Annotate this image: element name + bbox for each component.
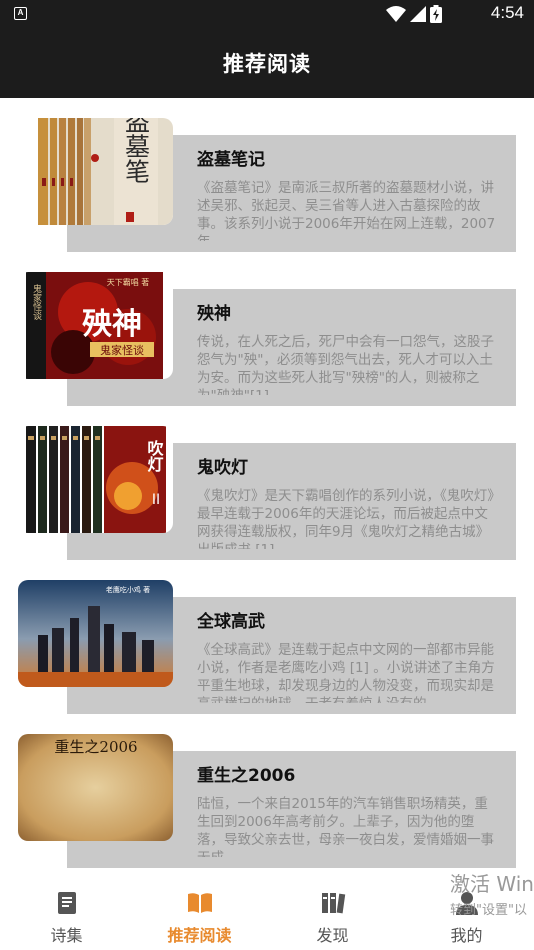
book-description: 《全球高武》是连载于起点中文网的一部都市异能小说，作者是老鹰吃小鸡 [1] 。小… — [197, 642, 495, 703]
clock-time: 4:54 — [490, 3, 524, 22]
tab-label: 推荐阅读 — [167, 926, 232, 945]
windows-activation-watermark: 激活 Win 转到"设置"以 — [450, 868, 534, 918]
system-icons — [386, 5, 442, 23]
battery-icon — [430, 5, 442, 23]
book-description: 《盗墓笔记》是南派三叔所著的盗墓题材小说，讲述吴邪、张起灵、吴三省等人进入古墓探… — [197, 180, 496, 241]
book-cover-image[interactable]: 重生之2006 — [18, 734, 173, 841]
book-item-yangshen[interactable]: 殃神 传说，在人死之后，死尸中会有一口怨气，这股子怨气为"殃"，必须等到怨气出去… — [0, 272, 534, 427]
open-book-icon — [187, 893, 212, 913]
book-item-quanqiugaowu[interactable]: 全球高武 《全球高武》是连载于起点中文网的一部都市异能小说，作者是老鹰吃小鸡 [… — [0, 580, 534, 735]
watermark-line-1: 激活 Win — [450, 872, 534, 896]
cover-subtitle-text: 鬼家怪谈 — [100, 343, 144, 357]
wifi-icon — [386, 6, 406, 22]
notification-app-icon: A — [14, 7, 27, 20]
book-cover-image[interactable]: 老鹰吃小鸡 著 — [18, 580, 173, 687]
cover-author-text: 天下霸唱 著 — [107, 277, 150, 287]
book-icon — [57, 892, 76, 914]
book-title: 全球高武 — [197, 612, 265, 632]
book-item-guichuideng[interactable]: 鬼吹灯 《鬼吹灯》是天下霸唱创作的系列小说，《鬼吹灯》最早连载于2006年的天涯… — [0, 426, 534, 581]
book-item-daomubiji[interactable]: 盗墓笔记 《盗墓笔记》是南派三叔所著的盗墓题材小说，讲述吴邪、张起灵、吴三省等人… — [0, 118, 534, 273]
cover-title-text: 盗墓笔 — [122, 118, 151, 184]
cover-volume-text: II — [152, 492, 160, 508]
status-bar: A 4:54 — [0, 0, 534, 28]
cover-title-text: 吹灯 — [145, 439, 164, 473]
cover-spine-text: 鬼家怪谈 — [31, 283, 42, 321]
book-cover-image[interactable]: 盗墓笔 — [18, 118, 173, 225]
cover-title-text: 重生之2006 — [54, 738, 137, 756]
book-list[interactable]: 盗墓笔记 《盗墓笔记》是南派三叔所著的盗墓题材小说，讲述吴邪、张起灵、吴三省等人… — [0, 98, 534, 868]
tab-label: 发现 — [316, 926, 349, 945]
bookshelf-icon — [321, 893, 345, 914]
book-title: 重生之2006 — [197, 766, 296, 786]
tab-label: 我的 — [450, 926, 483, 945]
book-description: 《鬼吹灯》是天下霸唱创作的系列小说，《鬼吹灯》最早连载于2006年的天涯论坛，而… — [197, 488, 494, 549]
cover-author-text: 老鹰吃小鸡 著 — [106, 585, 150, 594]
book-title: 盗墓笔记 — [197, 150, 265, 170]
tab-shiji[interactable]: 诗集 — [0, 868, 133, 950]
book-cover-image[interactable]: 吹灯 II — [18, 426, 173, 533]
app-bar: 推荐阅读 — [0, 28, 534, 98]
book-title: 鬼吹灯 — [197, 458, 248, 478]
book-cover-image[interactable]: 鬼家怪谈 天下霸唱 著 殃神 鬼家怪谈 — [18, 272, 173, 379]
book-description: 传说，在人死之后，死尸中会有一口怨气，这股子怨气为"殃"，必须等到怨气出去，死人… — [197, 334, 494, 395]
watermark-line-2: 转到"设置"以 — [450, 903, 527, 918]
signal-icon — [410, 6, 426, 22]
page-title: 推荐阅读 — [223, 52, 311, 76]
cover-title-text: 殃神 — [82, 307, 142, 342]
tab-faxian[interactable]: 发现 — [266, 868, 399, 950]
tab-tuijianyuedu[interactable]: 推荐阅读 — [133, 868, 266, 950]
tab-label: 诗集 — [50, 926, 83, 945]
book-description: 陆恒，一个来自2015年的汽车销售职场精英，重生回到2006年高考前夕。上辈子，… — [197, 796, 494, 857]
book-title: 殃神 — [197, 304, 231, 324]
book-item-chongsheng2006[interactable]: 重生之2006 陆恒，一个来自2015年的汽车销售职场精英，重生回到2006年高… — [0, 734, 534, 889]
